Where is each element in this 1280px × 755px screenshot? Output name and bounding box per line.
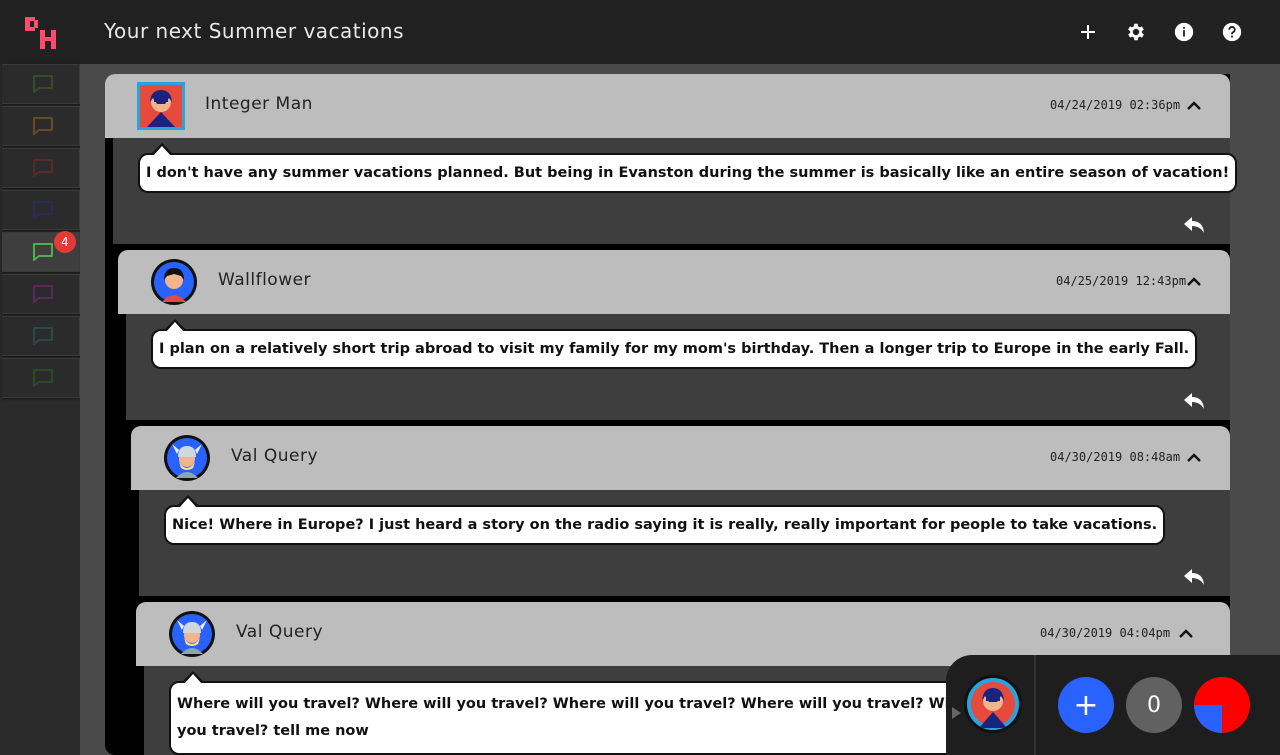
sidebar: 4	[0, 64, 80, 755]
author-name: Wallflower	[218, 270, 312, 290]
chat-icon	[33, 117, 53, 135]
sidebar-item-5[interactable]: 4	[2, 231, 80, 272]
progress-pie	[1194, 677, 1250, 733]
sidebar-item-1[interactable]	[2, 64, 80, 104]
chat-icon	[33, 243, 53, 261]
post-timestamp: 04/30/2019 08:48am	[1050, 450, 1181, 464]
avatar[interactable]	[137, 82, 185, 130]
chat-icon	[33, 159, 53, 177]
dock-divider	[1034, 655, 1036, 755]
message-bubble: I don't have any summer vacations planne…	[138, 143, 1238, 193]
reply-icon[interactable]	[1183, 392, 1205, 410]
chevron-up-icon[interactable]	[1178, 626, 1194, 642]
action-dock: + 0	[946, 655, 1280, 755]
author-name: Val Query	[236, 622, 324, 642]
plus-icon	[1081, 25, 1095, 39]
info-button[interactable]	[1172, 20, 1196, 44]
add-button[interactable]	[1076, 20, 1100, 44]
help-button[interactable]	[1220, 20, 1244, 44]
post-timestamp: 04/25/2019 12:43pm	[1056, 274, 1187, 288]
chevron-up-icon[interactable]	[1186, 98, 1202, 114]
chat-icon	[33, 201, 53, 219]
post-header: Val Query 04/30/2019 08:48am	[131, 426, 1230, 490]
author-name: Integer Man	[205, 94, 313, 114]
post-timestamp: 04/24/2019 02:36pm	[1050, 98, 1181, 112]
sidebar-item-3[interactable]	[2, 148, 80, 188]
help-icon	[1222, 22, 1242, 42]
settings-button[interactable]	[1124, 20, 1148, 44]
user-avatar-icon	[967, 678, 1019, 730]
sidebar-item-6[interactable]	[2, 274, 80, 314]
pending-count: 0	[1126, 677, 1182, 733]
sidebar-item-2[interactable]	[2, 106, 80, 146]
chat-icon	[33, 285, 53, 303]
post-card: Integer Man 04/24/2019 02:36pm I don't h…	[105, 74, 1238, 755]
post-body: Nice! Where in Europe? I just heard a st…	[139, 490, 1230, 596]
post-header: Integer Man 04/24/2019 02:36pm	[105, 74, 1230, 138]
current-user-avatar[interactable]	[964, 675, 1022, 733]
dock-expand-arrow[interactable]	[952, 707, 961, 719]
avatar[interactable]	[150, 258, 198, 306]
pie-slice	[1194, 705, 1222, 733]
sidebar-item-8[interactable]	[2, 358, 80, 398]
message-bubble: Nice! Where in Europe? I just heard a st…	[164, 495, 1166, 545]
chat-icon	[33, 75, 53, 93]
new-post-button[interactable]: +	[1058, 677, 1114, 733]
sidebar-item-7[interactable]	[2, 316, 80, 356]
author-name: Val Query	[231, 446, 319, 466]
post-body: I plan on a relatively short trip abroad…	[126, 314, 1230, 420]
chevron-up-icon[interactable]	[1186, 450, 1202, 466]
chevron-up-icon[interactable]	[1186, 274, 1202, 290]
reply-icon[interactable]	[1183, 216, 1205, 234]
message-bubble: I plan on a relatively short trip abroad…	[151, 319, 1198, 369]
post-body: I don't have any summer vacations planne…	[113, 138, 1238, 244]
post-timestamp: 04/30/2019 04:04pm	[1040, 626, 1171, 640]
thread-area: Integer Man 04/24/2019 02:36pm I don't h…	[80, 64, 1280, 755]
info-icon	[1174, 22, 1194, 42]
sidebar-item-4[interactable]	[2, 190, 80, 230]
reply-icon[interactable]	[1183, 568, 1205, 586]
chat-icon	[33, 369, 53, 387]
gear-icon	[1128, 23, 1144, 41]
avatar[interactable]	[168, 610, 216, 658]
page-title: Your next Summer vacations	[104, 19, 405, 43]
avatar[interactable]	[163, 434, 211, 482]
chat-icon	[33, 327, 53, 345]
app-logo[interactable]	[24, 16, 58, 50]
app-header: Your next Summer vacations	[0, 0, 1280, 64]
post-header: Wallflower 04/25/2019 12:43pm	[118, 250, 1230, 314]
unread-badge: 4	[54, 231, 76, 253]
